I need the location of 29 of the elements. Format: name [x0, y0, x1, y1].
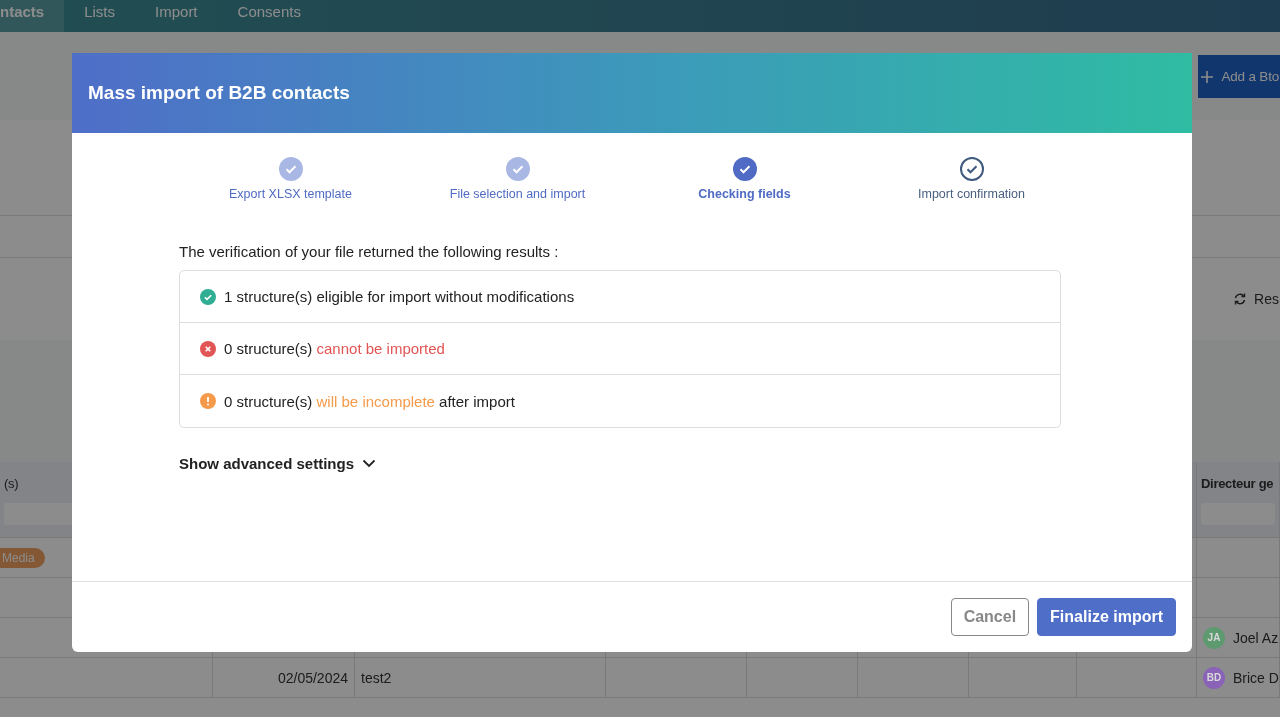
finalize-import-button[interactable]: Finalize import — [1037, 598, 1176, 636]
nav-tab[interactable]: Lists — [64, 0, 136, 32]
cancel-button[interactable]: Cancel — [950, 598, 1030, 636]
chevron-down-icon — [362, 459, 377, 468]
step-label: Export XLSX template — [229, 187, 352, 201]
nav-tab[interactable]: Import — [135, 0, 218, 32]
reset-button[interactable]: Res — [1233, 291, 1280, 307]
result-text: 1 structure(s) eligible for import without modifications — [224, 288, 575, 305]
step-label: Import confirmation — [918, 187, 1025, 201]
table-cell: 02/05/2024 — [213, 658, 355, 698]
refresh-icon — [1233, 292, 1248, 306]
owner-name: Joel Az — [1233, 629, 1279, 646]
column-header: (s) — [4, 476, 20, 491]
intro-text: The verification of your file returned the following results : — [179, 243, 559, 260]
nav-tab[interactable]: Consents — [217, 0, 321, 32]
result-text: 0 structure(s) cannot be imported — [224, 340, 445, 357]
table-cell: test2 — [355, 658, 606, 698]
result-text: 0 structure(s) will be incomplete after import — [224, 392, 515, 410]
owner-name: Brice D — [1233, 669, 1279, 686]
advanced-settings-toggle[interactable]: Show advanced settings — [179, 455, 377, 472]
avatar: JA — [1203, 626, 1225, 649]
step-label: File selection and import — [449, 187, 586, 201]
tag: Media — [0, 547, 45, 568]
dialog-title: Mass import of B2B contacts — [88, 82, 350, 104]
add-button[interactable]: Add a Bto — [1197, 55, 1280, 98]
step-label: Checking fields — [698, 187, 791, 201]
plus-icon — [1199, 69, 1214, 84]
column-header: Directeur ge — [1201, 476, 1275, 491]
avatar: BD — [1203, 666, 1225, 689]
